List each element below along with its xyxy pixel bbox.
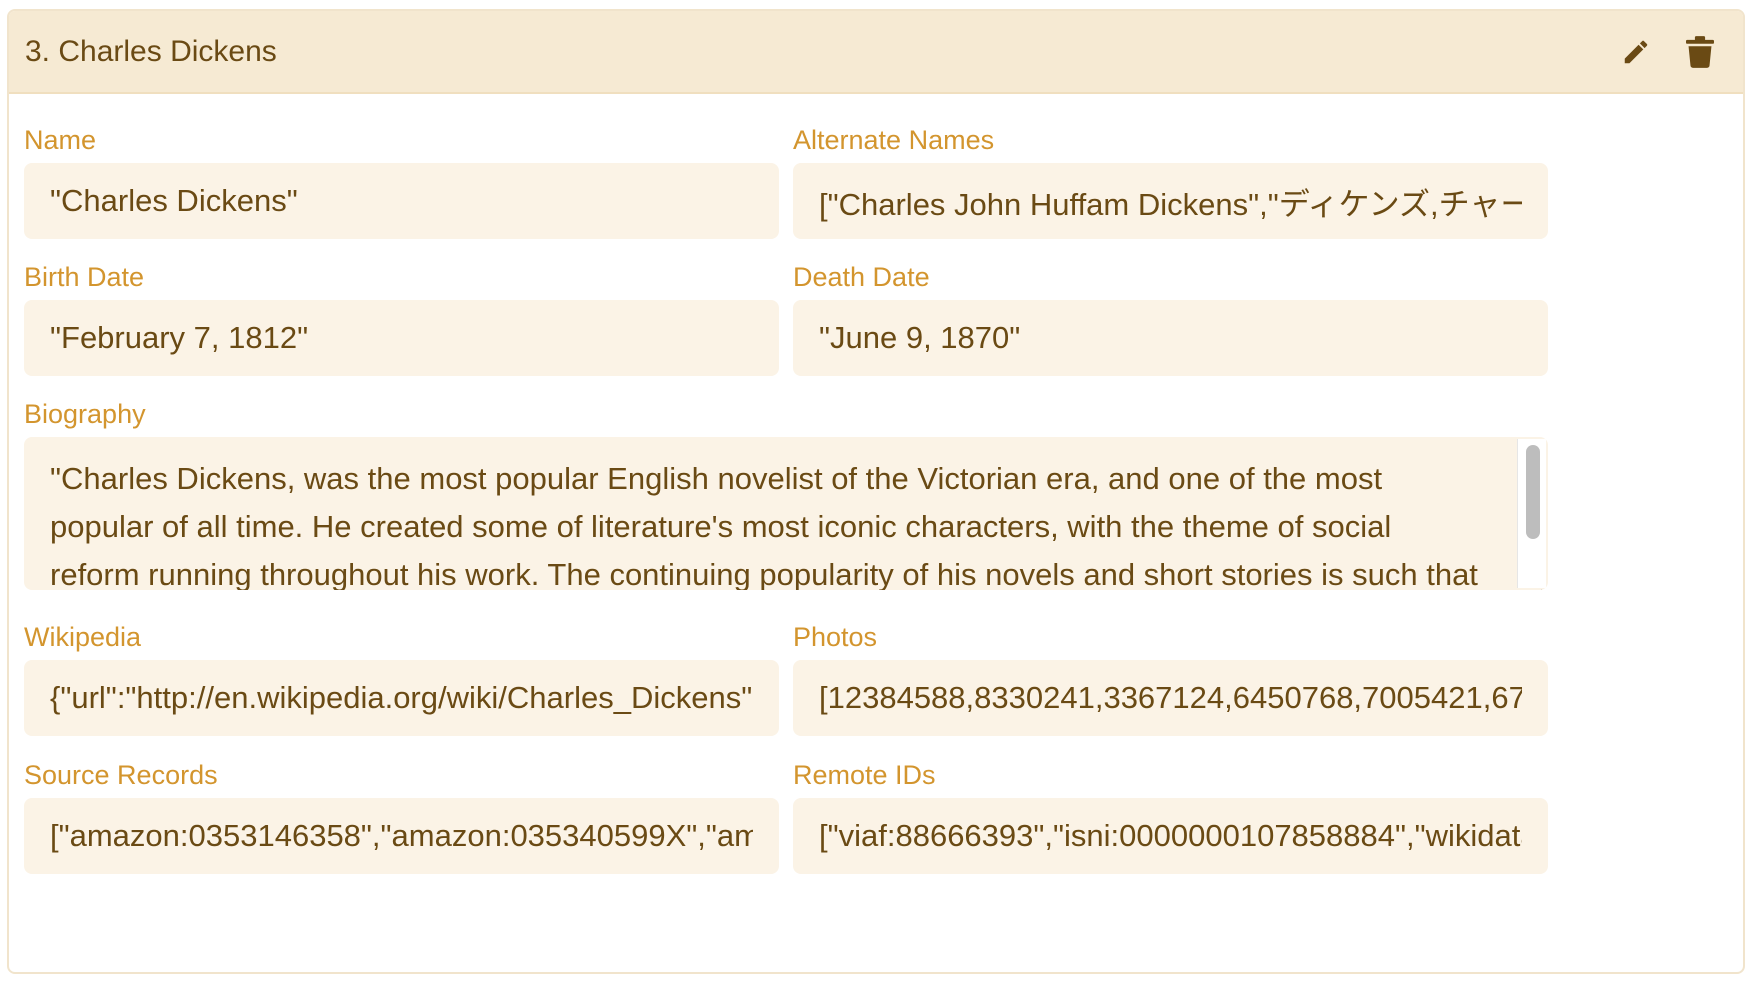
scrollbar-thumb[interactable] [1526,445,1540,539]
source-records-value: ["amazon:0353146358","amazon:035340599X"… [50,818,753,853]
name-value: "Charles Dickens" [50,183,298,218]
name-label: Name [24,125,97,155]
name-field[interactable]: "Charles Dickens" [24,163,779,239]
header-actions [1619,35,1727,69]
pencil-icon [1624,40,1648,63]
remote-ids-value: ["viaf:88666393","isni:0000000107858884"… [819,818,1522,853]
biography-label: Biography [24,399,146,429]
source-records-field[interactable]: ["amazon:0353146358","amazon:035340599X"… [24,798,779,874]
alternate-names-value: ["Charles John Huffam Dickens","ディケンズ,チャ… [819,186,1522,222]
biography-scrollbar[interactable] [1517,439,1546,572]
wikipedia-label: Wikipedia [24,622,142,652]
photos-value: [12384588,8330241,3367124,6450768,700542… [819,680,1522,715]
author-card: 3. Charles Dickens Name "Charles Dickens… [7,9,1745,974]
wikipedia-value: {"url":"http://en.wikipedia.org/wiki/Cha… [50,680,753,715]
death-date-field[interactable]: "June 9, 1870" [793,300,1548,376]
card-title: 3. Charles Dickens [25,34,277,68]
wikipedia-field[interactable]: {"url":"http://en.wikipedia.org/wiki/Cha… [24,660,779,736]
death-date-value: "June 9, 1870" [819,320,1021,355]
biography-textarea[interactable]: "Charles Dickens, was the most popular E… [24,437,1548,590]
trash-icon [1686,35,1714,68]
death-date-label: Death Date [793,262,930,292]
remote-ids-field[interactable]: ["viaf:88666393","isni:0000000107858884"… [793,798,1548,874]
alternate-names-label: Alternate Names [793,125,995,155]
edit-button[interactable] [1619,35,1653,69]
resize-grip[interactable] [1517,570,1546,590]
delete-button[interactable] [1683,35,1717,69]
resize-grip-icon [1540,589,1542,590]
remote-ids-label: Remote IDs [793,760,936,790]
photos-field[interactable]: [12384588,8330241,3367124,6450768,700542… [793,660,1548,736]
biography-value: "Charles Dickens, was the most popular E… [50,461,1478,590]
birth-date-field[interactable]: "February 7, 1812" [24,300,779,376]
photos-label: Photos [793,622,878,652]
birth-date-label: Birth Date [24,262,145,292]
birth-date-value: "February 7, 1812" [50,320,309,355]
card-header: 3. Charles Dickens [9,11,1743,94]
source-records-label: Source Records [24,760,218,790]
alternate-names-field[interactable]: ["Charles John Huffam Dickens","ディケンズ,チャ… [793,163,1548,239]
